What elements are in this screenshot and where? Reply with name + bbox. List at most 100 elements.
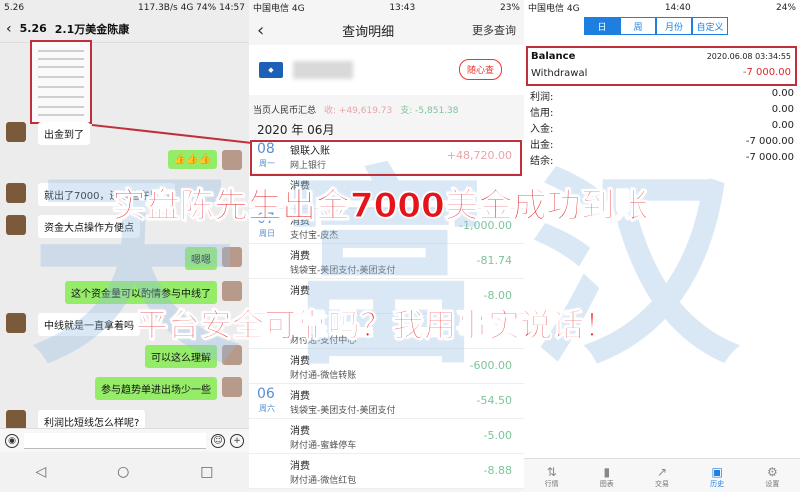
stat-value: -7 000.00 xyxy=(745,152,794,163)
chat-input-bar: ◉ ☺ + xyxy=(0,428,249,452)
stat-row: 入金: 0.00 xyxy=(530,120,794,136)
tx-type: 消费 xyxy=(290,461,310,472)
chart-icon: ▮ xyxy=(603,465,611,479)
tab-day[interactable]: 日 xyxy=(584,17,620,35)
stat-value: 0.00 xyxy=(771,120,794,131)
avatar[interactable] xyxy=(222,377,242,397)
back-icon[interactable]: ‹ xyxy=(6,21,12,37)
tx-type: 消费 xyxy=(290,391,310,402)
month-header: 2020 年 06月 xyxy=(249,119,524,139)
transaction-row[interactable]: 消费 钱袋宝-美团支付-美团支付 -81.74 xyxy=(249,244,524,279)
voice-icon[interactable]: ◉ xyxy=(5,433,19,448)
avatar[interactable] xyxy=(6,122,26,142)
tab-quotes[interactable]: ⇅ 行情 xyxy=(544,465,560,489)
chat-message[interactable]: 👍👍👍 xyxy=(167,150,217,169)
balance-entry[interactable]: Balance 2020.06.08 03:34:55 Withdrawal -… xyxy=(526,46,797,86)
status-bar: 中国电信 4G 14:40 24% xyxy=(524,0,800,15)
avatar[interactable] xyxy=(6,313,26,333)
status-bar: 中国电信 4G 13:43 23% xyxy=(249,0,524,15)
tab-week[interactable]: 周 xyxy=(620,17,656,35)
tab-history[interactable]: ▣ 历史 xyxy=(709,465,725,489)
tx-type: 消费 xyxy=(290,251,310,262)
tab-trade[interactable]: ↗ 交易 xyxy=(654,465,670,489)
summary-row: 当页人民币汇总 收: +49,619.73 支: -5,851.38 xyxy=(249,99,524,119)
history-icon: ▣ xyxy=(711,465,723,479)
summary-expense: 支: -5,851.38 xyxy=(400,105,459,116)
clock-label: 13:43 xyxy=(389,2,416,13)
transaction-row[interactable]: 消费 财付通-蜜蜂停车 -5.00 xyxy=(249,419,524,454)
bank-header: ‹ 查询明细 更多查询 xyxy=(249,15,524,45)
tx-type: 消费 xyxy=(290,356,310,367)
chat-date: 5.26 xyxy=(19,22,47,35)
net-label: 4G xyxy=(291,4,305,14)
status-left: 中国电信 4G xyxy=(528,1,580,14)
stat-label: 入金: xyxy=(530,124,554,135)
quotes-icon: ⇅ xyxy=(546,465,557,479)
back-icon[interactable]: ‹ xyxy=(257,20,264,41)
tx-amount: -54.50 xyxy=(476,394,512,407)
bottom-tab-bar: ⇅ 行情 ▮ 图表 ↗ 交易 ▣ 历史 ⚙ 设置 xyxy=(524,458,800,492)
period-tabs: 日 周 月份 自定义 xyxy=(524,15,800,37)
net-speed: 117.3B/s xyxy=(138,2,178,13)
message-input[interactable] xyxy=(24,432,206,449)
status-left: 中国电信 4G xyxy=(253,1,305,14)
settings-icon: ⚙ xyxy=(766,465,778,479)
tab-settings[interactable]: ⚙ 设置 xyxy=(764,465,780,489)
tx-merchant: 钱袋宝-美团支付-美团支付 xyxy=(290,266,396,276)
clock-label: 14:57 xyxy=(219,2,245,13)
chat-message[interactable]: 中线就是一直拿着吗 xyxy=(38,313,140,336)
balance-date: 2020.06.08 03:34:55 xyxy=(706,52,791,61)
android-nav-bar: ◁ ○ □ xyxy=(0,452,249,492)
highlight-frame xyxy=(250,140,522,176)
chat-message[interactable]: 出金到了 xyxy=(38,122,90,145)
tab-custom[interactable]: 自定义 xyxy=(692,17,728,35)
transaction-row[interactable]: 消费 财付通-微信转账 -600.00 xyxy=(249,349,524,384)
status-bar: 5.26 117.3B/s 4G 74% 14:57 xyxy=(0,0,249,15)
transaction-row[interactable]: 06 周六 消费 钱袋宝-美团支付-美团支付 -54.50 xyxy=(249,384,524,419)
more-query-link[interactable]: 更多查询 xyxy=(472,22,516,38)
stat-label: 出金: xyxy=(530,140,554,151)
headline-2: 平台安全可靠吗？我用事实说话！ xyxy=(135,306,617,345)
status-time: 5.26 xyxy=(4,2,25,13)
net-label: 4G xyxy=(566,4,580,14)
chat-message[interactable]: 参与趋势单进出场少一些 xyxy=(95,377,217,400)
stat-value: -7 000.00 xyxy=(745,136,794,147)
tab-month[interactable]: 月份 xyxy=(656,17,692,35)
avatar[interactable] xyxy=(222,150,242,170)
stat-value: 0.00 xyxy=(771,88,794,99)
tab-label: 行情 xyxy=(544,480,559,488)
avatar[interactable] xyxy=(222,247,242,267)
emoji-icon[interactable]: ☺ xyxy=(211,433,225,448)
clock-label: 14:40 xyxy=(664,2,691,13)
trade-panel: 中国电信 4G 14:40 24% 日 周 月份 自定义 Balance 202… xyxy=(524,0,800,492)
avatar[interactable] xyxy=(6,410,26,430)
bank-panel: 中国电信 4G 13:43 23% ‹ 查询明细 更多查询 ◆ 随心查 当页人民… xyxy=(249,0,524,492)
nav-recent-icon[interactable]: □ xyxy=(200,464,213,480)
stat-value: 0.00 xyxy=(771,104,794,115)
stat-label: 结余: xyxy=(530,156,554,167)
avatar[interactable] xyxy=(222,281,242,301)
tx-weekday: 周六 xyxy=(259,404,275,413)
chat-message[interactable]: 嗯嗯 xyxy=(185,247,217,270)
tab-chart[interactable]: ▮ 图表 xyxy=(599,465,615,489)
signal-label: 4G xyxy=(180,2,194,13)
tx-type: 消费 xyxy=(290,426,310,437)
plus-icon[interactable]: + xyxy=(230,433,244,448)
tx-date: 06 xyxy=(257,386,275,402)
screenshot-thumbnail[interactable] xyxy=(30,40,92,124)
avatar[interactable] xyxy=(222,345,242,365)
chat-panel: 5.26 117.3B/s 4G 74% 14:57 ‹ 5.26 2.1万美金… xyxy=(0,0,249,492)
avatar[interactable] xyxy=(6,215,26,235)
carrier-label: 中国电信 xyxy=(253,4,290,14)
balance-amount: -7 000.00 xyxy=(742,67,791,78)
tx-merchant: 财付通-微信红包 xyxy=(290,476,357,486)
tab-label: 图表 xyxy=(599,480,614,488)
nav-home-icon[interactable]: ○ xyxy=(117,464,129,480)
quick-query-button[interactable]: 随心查 xyxy=(458,59,502,80)
carrier-label: 中国电信 xyxy=(528,4,565,14)
tab-label: 设置 xyxy=(765,480,780,488)
nav-back-icon[interactable]: ◁ xyxy=(35,464,46,480)
transaction-row[interactable]: 消费 财付通-微信红包 -8.88 xyxy=(249,454,524,489)
chat-message[interactable]: 可以这么理解 xyxy=(145,345,217,368)
avatar[interactable] xyxy=(6,183,26,203)
